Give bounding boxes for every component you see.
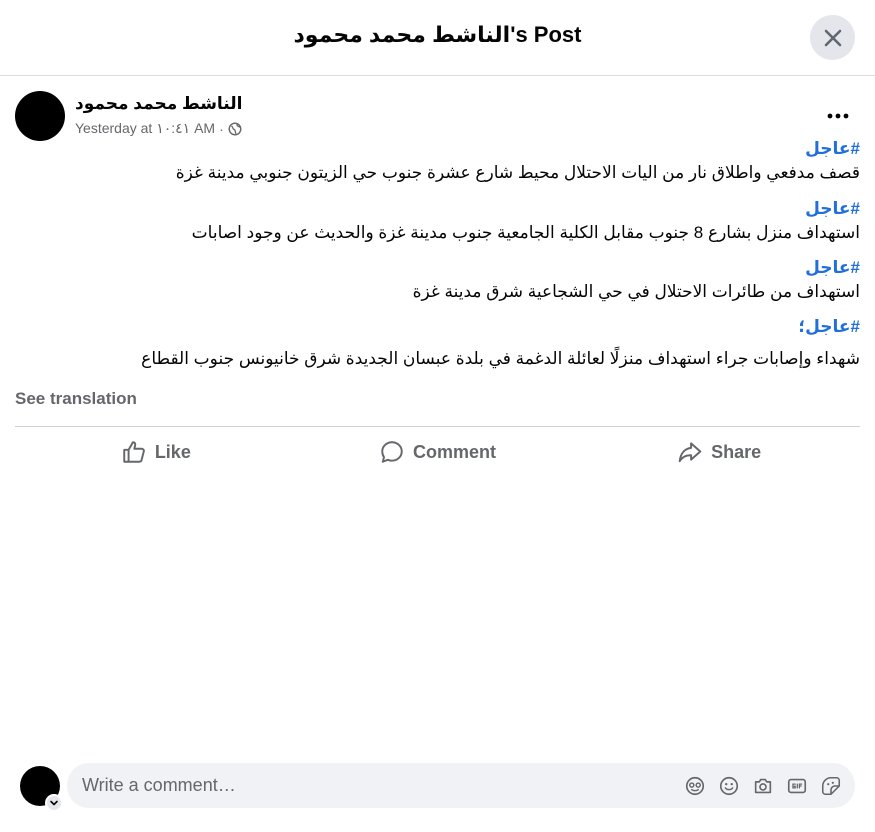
- sticker-icon: [821, 776, 841, 796]
- emoji-button[interactable]: [717, 774, 741, 798]
- comment-input[interactable]: Write a comment…: [67, 763, 855, 808]
- camera-icon: [754, 778, 772, 794]
- account-switcher[interactable]: [45, 794, 63, 812]
- globe-icon[interactable]: [228, 122, 242, 136]
- sticker-button[interactable]: [819, 774, 843, 798]
- speech-bubble-icon: [381, 441, 403, 463]
- composer-tools: [683, 774, 843, 798]
- paragraph-text: شهداء وإصابات جراء استهداف منزلًا لعائلة…: [141, 349, 860, 368]
- author-avatar[interactable]: [15, 91, 65, 141]
- avatar-sticker-button[interactable]: [683, 774, 707, 798]
- post-text: #عاجل قصف مدفعي واطلاق نار من اليات الاح…: [15, 138, 860, 376]
- author-name[interactable]: الناشط محمد محمود: [75, 94, 242, 114]
- hashtag-link[interactable]: #عاجل؛: [15, 316, 860, 338]
- emoji-icon: [719, 776, 739, 796]
- close-icon: [824, 29, 841, 46]
- post-paragraph: #عاجل قصف مدفعي واطلاق نار من اليات الاح…: [15, 138, 860, 198]
- close-button[interactable]: [810, 15, 855, 60]
- hashtag-link[interactable]: #عاجل: [15, 257, 860, 279]
- comment-placeholder: Write a comment…: [82, 775, 236, 795]
- share-label: Share: [711, 441, 762, 462]
- more-options-button[interactable]: [823, 101, 853, 131]
- gif-icon: [787, 778, 807, 794]
- share-arrow-icon: [678, 442, 702, 463]
- more-dots-icon: [827, 113, 849, 119]
- paragraph-text: قصف مدفعي واطلاق نار من اليات الاحتلال م…: [175, 163, 860, 182]
- like-button[interactable]: Like: [15, 431, 297, 473]
- post-header: الناشط محمد محمود Yesterday at ١٠:٤١ AM …: [15, 91, 860, 143]
- dialog-header: الناشط محمد محمود's Post: [0, 0, 875, 76]
- post-paragraph: #عاجل استهداف منزل بشارع 8 جنوب مقابل ال…: [15, 198, 860, 257]
- comment-composer: Write a comment…: [20, 763, 860, 812]
- comment-label: Comment: [413, 441, 497, 462]
- share-button[interactable]: Share: [578, 431, 860, 473]
- photo-button[interactable]: [751, 774, 775, 798]
- dialog-title: الناشط محمد محمود's Post: [293, 22, 582, 47]
- post-timestamp[interactable]: Yesterday at ١٠:٤١ AM: [75, 120, 215, 137]
- post-paragraph: #عاجل استهداف من طائرات الاحتلال في حي ا…: [15, 257, 860, 316]
- actions-divider: [15, 426, 860, 427]
- chevron-down-icon: [50, 800, 58, 806]
- avatar-sticker-icon: [685, 776, 705, 796]
- hashtag-link[interactable]: #عاجل: [15, 138, 860, 160]
- post-meta: Yesterday at ١٠:٤١ AM ·: [75, 120, 242, 137]
- meta-separator: ·: [219, 120, 224, 137]
- thumbs-up-icon: [123, 441, 145, 463]
- post-actions: Like Comment Share: [15, 431, 860, 473]
- paragraph-text: استهداف منزل بشارع 8 جنوب مقابل الكلية ا…: [191, 223, 860, 242]
- hashtag-link[interactable]: #عاجل: [15, 198, 860, 220]
- see-translation-link[interactable]: See translation: [15, 389, 137, 409]
- like-label: Like: [154, 441, 191, 462]
- post-paragraph: #عاجل؛ شهداء وإصابات جراء استهداف منزلًا…: [15, 316, 860, 376]
- comment-button[interactable]: Comment: [297, 431, 579, 473]
- paragraph-text: استهداف من طائرات الاحتلال في حي الشجاعي…: [412, 282, 860, 301]
- gif-button[interactable]: [785, 774, 809, 798]
